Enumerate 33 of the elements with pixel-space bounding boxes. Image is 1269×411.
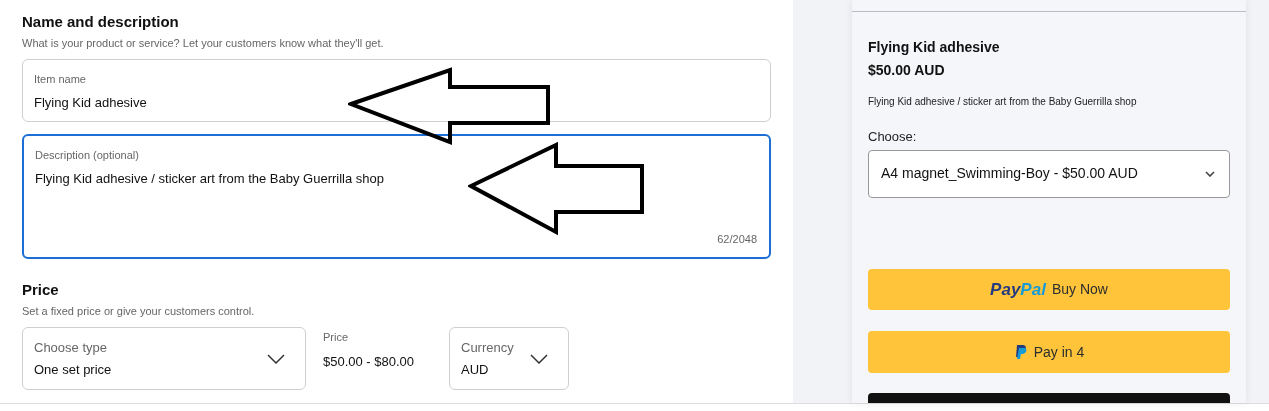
currency-select[interactable]: Currency AUD xyxy=(449,327,569,390)
paypal-logo: PayPal xyxy=(990,281,1046,299)
field-label: Description (optional) xyxy=(35,148,140,162)
pay-in-4-button[interactable]: Pay in 4 xyxy=(868,331,1230,374)
description-field[interactable]: Description (optional) Flying Kid adhesive / sticker art from the Baby Guerrilla shop 62/2048 xyxy=(22,134,771,259)
field-label: Item name xyxy=(34,72,87,86)
select-value: AUD xyxy=(461,361,490,378)
dark-button[interactable] xyxy=(868,393,1230,403)
chevron-down-icon xyxy=(267,353,285,364)
field-value: Flying Kid adhesive / sticker art from the Baby Guerrilla shop xyxy=(35,171,385,187)
input-field[interactable]: Item name Flying Kid adhesive xyxy=(22,59,771,122)
section-subtitle: Set a fixed price or give your customers control. xyxy=(22,304,256,318)
choose-label: Choose: xyxy=(868,129,918,145)
field-value: Flying Kid adhesive xyxy=(34,95,148,111)
dropdown-value: A4 magnet_Swimming-Boy - $50.00 AUD xyxy=(881,164,1138,184)
product-description: Flying Kid adhesive / sticker art from the Baby Guerrilla shop xyxy=(868,95,1138,109)
character-counter: 62/2048 xyxy=(717,231,757,247)
chevron-down-icon xyxy=(1205,170,1215,177)
product-title: Flying Kid adhesive xyxy=(868,38,1001,56)
chevron-down-icon xyxy=(530,353,548,364)
type-select[interactable]: Choose type One set price xyxy=(22,327,306,390)
product-price: $50.00 AUD xyxy=(868,61,946,79)
select-value: One set price xyxy=(34,361,112,378)
section-title: Price xyxy=(22,281,60,299)
select-label: Choose type xyxy=(34,339,108,356)
section-title: Name and description xyxy=(22,13,180,31)
select-label: Currency xyxy=(461,339,514,356)
price-label: Price xyxy=(323,330,350,344)
buy-now-button[interactable]: PayPal Buy Now xyxy=(868,268,1230,311)
option-dropdown[interactable]: A4 magnet_Swimming-Boy - $50.00 AUD xyxy=(868,150,1230,198)
price-value: $50.00 - $80.00 xyxy=(323,354,416,370)
paypal-p-icon xyxy=(1013,344,1028,361)
section-subtitle: What is your product or service? Let your customers know what they'll get. xyxy=(22,36,385,50)
